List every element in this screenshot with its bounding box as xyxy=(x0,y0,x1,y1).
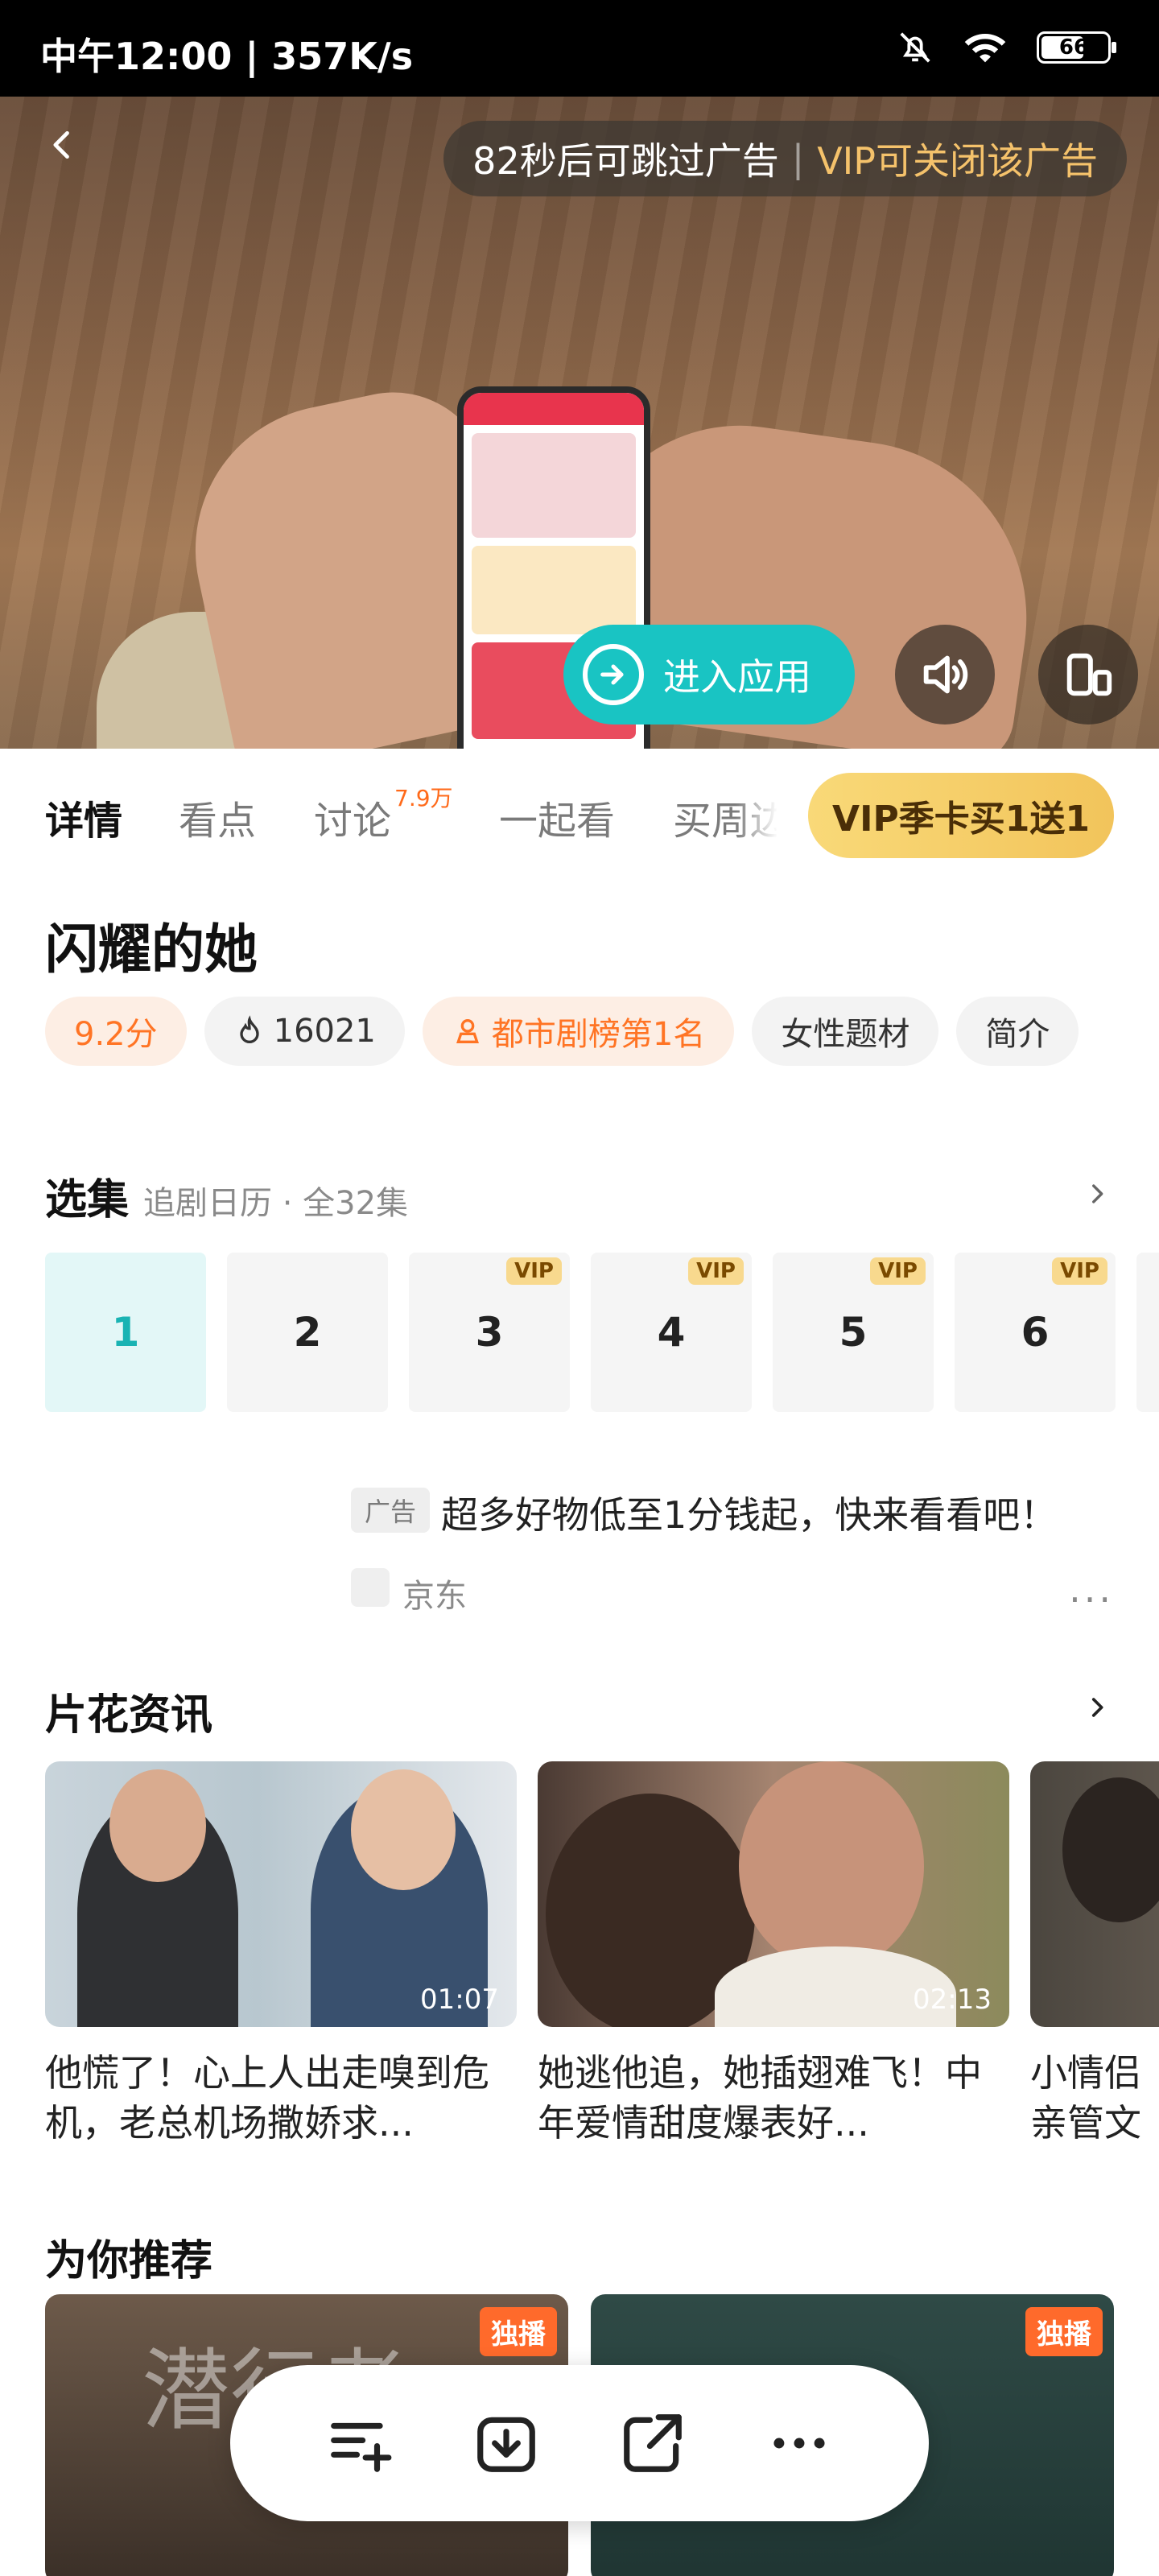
add-to-list-icon xyxy=(331,2422,392,2472)
trophy-icon xyxy=(452,1015,484,1047)
episode-5[interactable]: 5 VIP xyxy=(773,1253,934,1412)
ad-text[interactable]: 超多好物低至1分钱起，快来看看吧！ xyxy=(441,1486,1057,1539)
vip-close-ad-link[interactable]: VIP可关闭该广告 xyxy=(817,132,1098,185)
clip-caption: 小情侣亲管文躲藏 xyxy=(1030,2051,1141,2145)
enter-arrow-icon xyxy=(583,644,644,705)
battery-level: 66 xyxy=(1058,35,1089,60)
tab-discussion[interactable]: 讨论7.9万 xyxy=(314,785,453,845)
wifi-icon xyxy=(964,34,1006,63)
episode-1[interactable]: 1 xyxy=(45,1253,206,1412)
share-button[interactable] xyxy=(617,2407,689,2479)
share-icon xyxy=(624,2414,682,2472)
episode-6[interactable]: 6 VIP xyxy=(955,1253,1116,1412)
show-tags: 9.2分 16021 都市剧榜第1名 女性题材 简介 xyxy=(45,997,1079,1066)
ad-source: 京东 xyxy=(402,1578,467,1615)
episode-list: 1 2 3 VIP 4 VIP 5 VIP 6 VIP xyxy=(45,1253,1159,1414)
clips-heading: 片花资讯 xyxy=(45,1691,213,1740)
clips-header[interactable]: 片花资讯 xyxy=(45,1681,212,1741)
ad-source-logo xyxy=(351,1568,390,1607)
ad-countdown-text: 82秒后可跳过广告 xyxy=(472,139,779,183)
clip-caption: 他慌了！心上人出走嗅到危机，老总机场撒娇求... xyxy=(45,2051,489,2145)
ad-skip-pill[interactable]: 82秒后可跳过广告 | VIP可关闭该广告 xyxy=(443,121,1127,196)
more-button[interactable] xyxy=(763,2407,835,2479)
status-time: 中午12:00 | 357K/s xyxy=(40,35,414,78)
chevron-right-icon[interactable] xyxy=(1083,1694,1111,1721)
clip-card[interactable]: 01:07 他慌了！心上人出走嗅到危机，老总机场撒娇求... xyxy=(45,1761,517,2148)
sound-button[interactable] xyxy=(895,625,995,724)
flame-icon xyxy=(233,1015,266,1047)
vip-badge: VIP xyxy=(1052,1257,1107,1285)
clip-duration: 01:07 xyxy=(420,1984,499,2016)
clip-thumbnail: 01:07 xyxy=(45,1761,517,2027)
status-bar: 中午12:00 | 357K/s 66 xyxy=(0,0,1159,97)
clip-card[interactable]: 02:13 她逃他追，她插翅难飞！中年爱情甜度爆表好... xyxy=(538,1761,1009,2148)
floating-toolbar xyxy=(230,2365,929,2521)
tab-merch[interactable]: 买周边 xyxy=(673,789,777,845)
episodes-header[interactable]: 选集 追剧日历 · 全32集 xyxy=(45,1166,408,1226)
discussion-count-badge: 7.9万 xyxy=(394,785,453,811)
status-icons: 66 xyxy=(897,29,1116,66)
episode-3[interactable]: 3 VIP xyxy=(409,1253,570,1412)
enter-app-label: 进入应用 xyxy=(663,655,811,699)
clip-caption: 她逃他追，她插翅难飞！中年爱情甜度爆表好... xyxy=(538,2051,982,2145)
add-playlist-button[interactable] xyxy=(324,2407,396,2479)
show-title: 闪耀的她 xyxy=(45,919,258,980)
episodes-subtitle: 追剧日历 · 全32集 xyxy=(143,1185,409,1222)
vip-badge: VIP xyxy=(506,1257,562,1285)
episode-next-partial[interactable] xyxy=(1136,1253,1159,1412)
rotate-screen-button[interactable] xyxy=(1038,625,1138,724)
more-horizontal-icon xyxy=(773,2438,825,2449)
download-icon xyxy=(477,2417,535,2472)
tab-details[interactable]: 详情 xyxy=(45,789,122,845)
exclusive-badge: 独播 xyxy=(1025,2307,1103,2356)
rotate-screen-icon xyxy=(1066,653,1112,696)
vip-promo-button[interactable]: VIP季卡买1送1 xyxy=(808,773,1114,858)
download-button[interactable] xyxy=(470,2407,542,2479)
clip-card[interactable]: 小情侣亲管文躲藏 xyxy=(1030,1761,1159,2148)
episode-2[interactable]: 2 xyxy=(227,1253,388,1412)
vip-badge: VIP xyxy=(870,1257,926,1285)
exclusive-badge: 独播 xyxy=(480,2307,557,2356)
vip-badge: VIP xyxy=(688,1257,744,1285)
speaker-icon xyxy=(923,655,968,694)
genre-chip[interactable]: 女性题材 xyxy=(752,997,939,1066)
rank-chip[interactable]: 都市剧榜第1名 xyxy=(422,997,735,1066)
chevron-right-icon[interactable] xyxy=(1083,1180,1111,1208)
clip-thumbnail: 02:13 xyxy=(538,1761,1009,2027)
score-chip: 9.2分 xyxy=(45,997,187,1066)
back-arrow-icon[interactable] xyxy=(45,127,80,163)
mute-bell-icon xyxy=(900,32,930,63)
heat-chip[interactable]: 16021 xyxy=(204,997,405,1066)
episodes-heading: 选集 xyxy=(45,1176,130,1224)
tab-highlights[interactable]: 看点 xyxy=(179,789,256,845)
clip-thumbnail xyxy=(1030,1761,1159,2027)
intro-chip[interactable]: 简介 xyxy=(956,997,1079,1066)
enter-app-button[interactable]: 进入应用 xyxy=(563,625,855,724)
clips-list: 01:07 他慌了！心上人出走嗅到危机，老总机场撒娇求... 02:13 她逃他… xyxy=(45,1761,1159,2164)
recommend-heading: 为你推荐 xyxy=(45,2237,213,2285)
ad-badge: 广告 xyxy=(351,1488,430,1533)
episode-4[interactable]: 4 VIP xyxy=(591,1253,752,1412)
more-dots-icon[interactable]: ··· xyxy=(1069,1578,1114,1621)
recommend-header: 为你推荐 xyxy=(45,2227,212,2287)
clip-duration: 02:13 xyxy=(913,1984,992,2016)
tab-watch-together[interactable]: 一起看 xyxy=(499,789,615,845)
battery-icon: 66 xyxy=(1037,31,1116,64)
